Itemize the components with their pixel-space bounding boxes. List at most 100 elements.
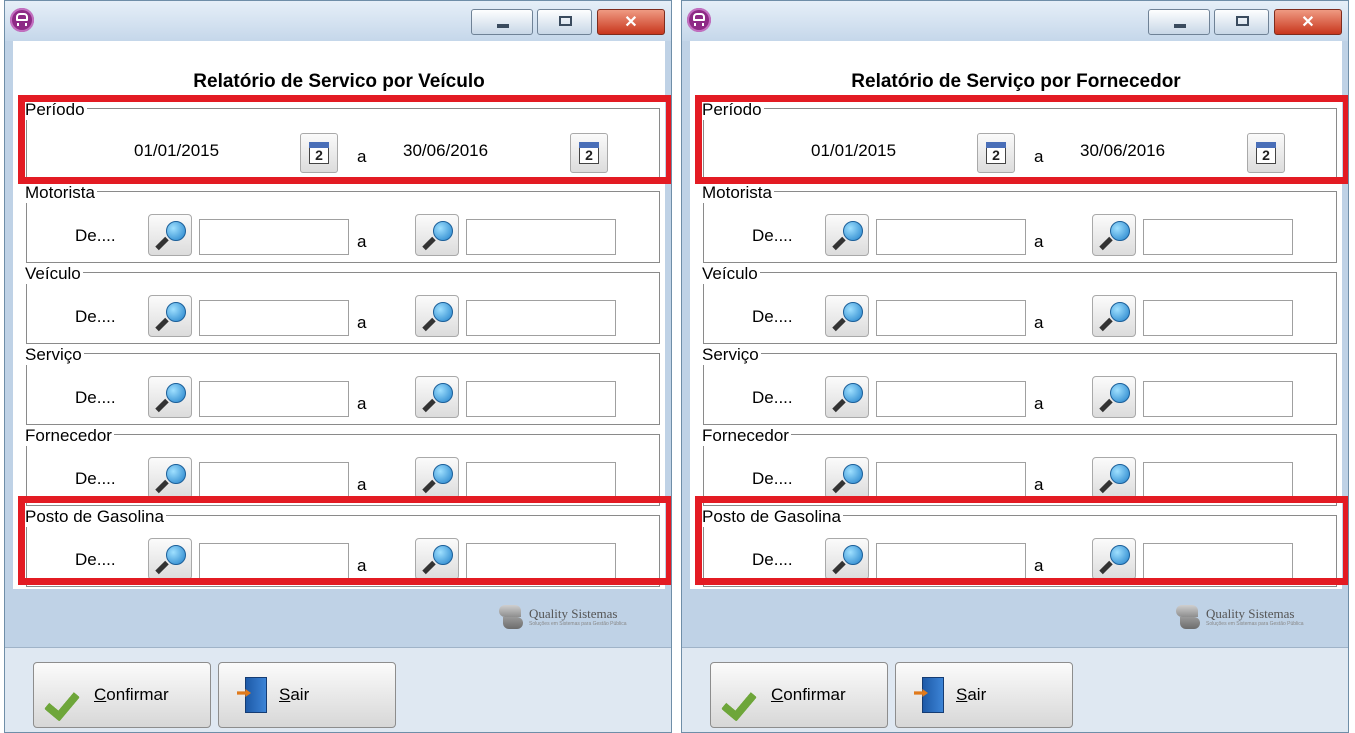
search-from-button[interactable] — [825, 376, 869, 418]
magnifier-icon — [166, 302, 186, 322]
to-input[interactable] — [1143, 462, 1293, 498]
highlight-box-periodo — [695, 95, 1348, 184]
group-motorista: Motorista De.... a — [25, 183, 660, 263]
de-label: De.... — [75, 307, 116, 326]
separator-label: a — [1034, 475, 1044, 494]
logo-tagline: Soluções em Sistemas para Gestão Pública — [1206, 621, 1304, 627]
to-input[interactable] — [466, 300, 616, 336]
search-to-button[interactable] — [415, 457, 459, 499]
group-veiculo: Veículo De.... a — [702, 264, 1337, 344]
report-window-veiculo: Relatório de Servico por Veículo Período… — [4, 0, 672, 733]
to-input[interactable] — [1143, 381, 1293, 417]
quality-sistemas-logo: Quality Sistemas Soluções em Sistemas pa… — [1174, 603, 1338, 633]
magnifier-icon — [166, 383, 186, 403]
de-label: De.... — [75, 388, 116, 407]
title-bar[interactable] — [682, 1, 1348, 41]
from-input[interactable] — [199, 300, 349, 336]
from-input[interactable] — [199, 462, 349, 498]
group-label: Serviço — [25, 345, 84, 365]
maximize-button[interactable] — [1214, 9, 1269, 35]
search-from-button[interactable] — [825, 457, 869, 499]
close-button[interactable] — [1274, 9, 1342, 35]
separator-label: a — [1034, 313, 1044, 332]
exit-door-icon — [237, 677, 269, 713]
search-from-button[interactable] — [148, 457, 192, 499]
magnifier-icon — [166, 221, 186, 241]
magnifier-icon — [433, 302, 453, 322]
search-to-button[interactable] — [1092, 214, 1136, 256]
logo-mark-icon — [1174, 603, 1202, 631]
separator-label: a — [1034, 232, 1044, 251]
group-label: Motorista — [25, 183, 97, 203]
form-title: Relatório de Servico por Veículo — [193, 71, 485, 92]
search-to-button[interactable] — [1092, 295, 1136, 337]
search-from-button[interactable] — [825, 214, 869, 256]
group-label: Fornecedor — [702, 426, 791, 446]
sair-label: Sair — [279, 685, 310, 704]
search-to-button[interactable] — [415, 376, 459, 418]
to-input[interactable] — [1143, 219, 1293, 255]
confirmar-label: Confirmar — [771, 685, 846, 704]
group-label: Fornecedor — [25, 426, 114, 446]
search-to-button[interactable] — [1092, 376, 1136, 418]
from-input[interactable] — [876, 300, 1026, 336]
de-label: De.... — [752, 226, 793, 245]
to-input[interactable] — [466, 462, 616, 498]
search-to-button[interactable] — [415, 214, 459, 256]
magnifier-icon — [843, 302, 863, 322]
from-input[interactable] — [199, 219, 349, 255]
minimize-button[interactable] — [471, 9, 533, 35]
search-to-button[interactable] — [1092, 457, 1136, 499]
form-title: Relatório de Serviço por Fornecedor — [851, 71, 1181, 92]
separator-label: a — [357, 475, 367, 494]
de-label: De.... — [75, 469, 116, 488]
app-bus-icon[interactable] — [687, 8, 711, 32]
separator-label: a — [1034, 394, 1044, 413]
de-label: De.... — [752, 307, 793, 326]
title-bar[interactable] — [5, 1, 671, 41]
group-servico: Serviço De.... a — [25, 345, 660, 425]
maximize-button[interactable] — [537, 9, 592, 35]
highlight-box-posto — [695, 496, 1348, 585]
minimize-button[interactable] — [1148, 9, 1210, 35]
app-bus-icon[interactable] — [10, 8, 34, 32]
group-label: Motorista — [702, 183, 774, 203]
search-from-button[interactable] — [148, 376, 192, 418]
magnifier-icon — [1110, 464, 1130, 484]
separator-label: a — [357, 313, 367, 332]
sair-button[interactable]: Sair — [895, 662, 1073, 728]
from-input[interactable] — [876, 381, 1026, 417]
to-input[interactable] — [466, 381, 616, 417]
magnifier-icon — [433, 464, 453, 484]
magnifier-icon — [843, 221, 863, 241]
checkmark-icon — [725, 683, 761, 711]
button-bar: Confirmar Sair — [682, 647, 1348, 732]
logo-name: Quality Sistemas — [529, 606, 618, 621]
from-input[interactable] — [876, 462, 1026, 498]
de-label: De.... — [752, 469, 793, 488]
logo-name: Quality Sistemas — [1206, 606, 1295, 621]
search-to-button[interactable] — [415, 295, 459, 337]
de-label: De.... — [752, 388, 793, 407]
logo-mark-icon — [497, 603, 525, 631]
group-label: Serviço — [702, 345, 761, 365]
group-label: Veículo — [25, 264, 83, 284]
close-button[interactable] — [597, 9, 665, 35]
group-servico: Serviço De.... a — [702, 345, 1337, 425]
to-input[interactable] — [1143, 300, 1293, 336]
to-input[interactable] — [466, 219, 616, 255]
logo-tagline: Soluções em Sistemas para Gestão Pública — [529, 621, 627, 627]
from-input[interactable] — [876, 219, 1026, 255]
exit-door-icon — [914, 677, 946, 713]
from-input[interactable] — [199, 381, 349, 417]
search-from-button[interactable] — [148, 295, 192, 337]
sair-button[interactable]: Sair — [218, 662, 396, 728]
checkmark-icon — [48, 683, 84, 711]
magnifier-icon — [433, 383, 453, 403]
search-from-button[interactable] — [825, 295, 869, 337]
magnifier-icon — [1110, 383, 1130, 403]
search-from-button[interactable] — [148, 214, 192, 256]
confirmar-button[interactable]: Confirmar — [33, 662, 211, 728]
report-window-fornecedor: Relatório de Serviço por Fornecedor Perí… — [681, 0, 1349, 733]
confirmar-button[interactable]: Confirmar — [710, 662, 888, 728]
